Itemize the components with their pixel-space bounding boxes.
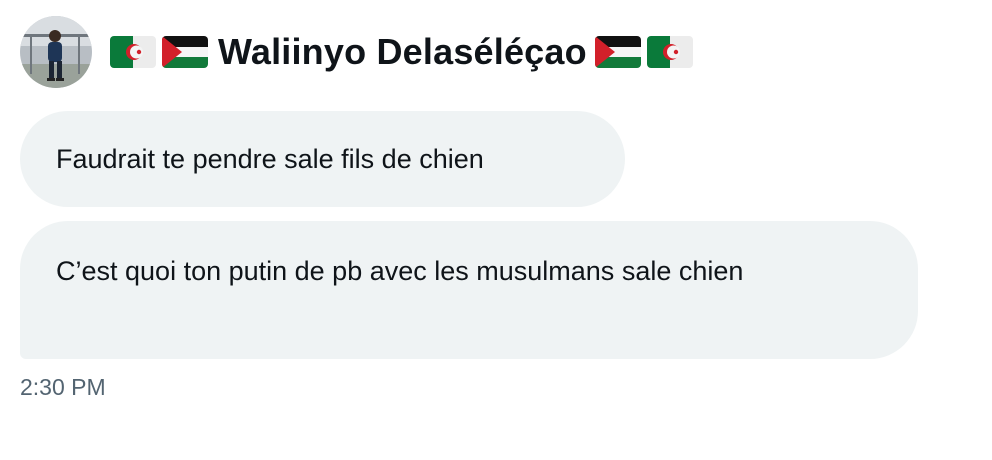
message-timestamp: 2:30 PM bbox=[20, 374, 106, 400]
sender-display-name[interactable]: Waliinyo Delaséléçao bbox=[218, 31, 587, 73]
message-text: Faudrait te pendre sale fils de chien bbox=[56, 144, 484, 174]
message-text: C’est quoi ton putin de pb avec les musu… bbox=[56, 256, 744, 286]
avatar[interactable] bbox=[20, 16, 92, 88]
avatar-photo bbox=[20, 16, 92, 88]
palestine-flag-icon bbox=[594, 36, 641, 68]
name-row: Waliinyo Delaséléçao bbox=[110, 31, 699, 73]
algeria-flag-icon bbox=[646, 36, 693, 68]
algeria-flag-icon bbox=[110, 36, 156, 68]
message-header: Waliinyo Delaséléçao bbox=[20, 16, 699, 88]
message-bubble[interactable]: C’est quoi ton putin de pb avec les musu… bbox=[20, 221, 918, 359]
message-bubble[interactable]: Faudrait te pendre sale fils de chien bbox=[20, 111, 625, 207]
palestine-flag-icon bbox=[162, 36, 208, 68]
